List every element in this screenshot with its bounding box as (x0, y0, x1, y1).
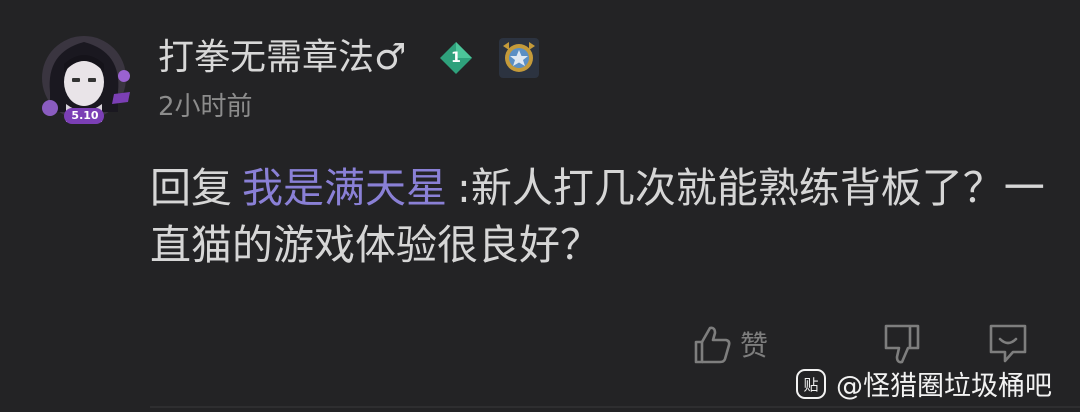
avatar-badge: 5.10 (71, 109, 99, 122)
watermark-logo-text: 贴 (803, 376, 818, 394)
thumbs-up-icon (694, 326, 731, 364)
level-number: 1 (451, 50, 461, 66)
username[interactable]: 打拳无需章法♂ (158, 38, 406, 78)
reply-bubble-icon (989, 324, 1027, 363)
tieba-logo-icon: 贴 (796, 368, 826, 399)
like-button[interactable]: 赞 (690, 322, 768, 366)
source-watermark: 贴 @怪猎圈垃圾桶吧 (796, 364, 1052, 403)
comment-content: 回复 我是满天星:新人打几次就能熟练背板了？一直猫的游戏体验很良好？ (150, 160, 1050, 274)
thumbs-down-icon (884, 324, 920, 364)
mention-link[interactable]: 我是满天星 (242, 164, 447, 212)
medal-badge-icon[interactable] (497, 36, 541, 80)
comment-timestamp: 2小时前 (158, 92, 253, 122)
user-avatar[interactable]: 5.10 (36, 32, 132, 128)
dislike-button[interactable] (880, 322, 924, 366)
level-badge: 1 (436, 38, 476, 78)
watermark-text: @怪猎圈垃圾桶吧 (836, 371, 1052, 402)
reply-prefix: 回复 (150, 164, 232, 212)
reply-button[interactable] (985, 320, 1031, 366)
comment-card: 5.10 打拳无需章法♂ 1 2小时前 回复 我是满天星:新人打几次就能熟练背板了… (0, 0, 1080, 412)
like-label: 赞 (740, 329, 769, 362)
divider (150, 406, 1080, 408)
